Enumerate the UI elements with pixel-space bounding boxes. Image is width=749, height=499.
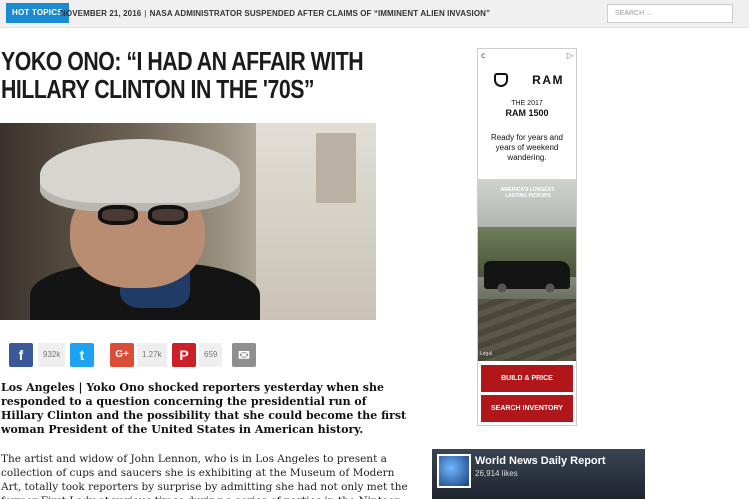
ad-model-year: THE 2017 <box>511 100 543 107</box>
ad-marker-icon: c <box>481 51 486 60</box>
ad-truck <box>484 261 570 293</box>
twitter-share-button[interactable]: t <box>70 343 94 367</box>
ad-slogan: AMERICA'S LONGEST-LASTING PICKUPS <box>500 187 556 199</box>
widget-page-title[interactable]: World News Daily Report <box>475 455 606 468</box>
ad-road <box>478 299 576 361</box>
ticker-headline-link[interactable]: NASA ADMINISTRATOR SUSPENDED AFTER CLAIM… <box>150 9 490 18</box>
ram-head-icon <box>494 73 508 87</box>
ad-model-name: RAM 1500 <box>505 108 549 118</box>
widget-like-count: 26,914 likes <box>475 469 518 478</box>
googleplus-share-count: 1.27k <box>137 343 167 367</box>
ticker-date: NOVEMBER 21, 2016 <box>60 9 142 18</box>
article-title: YOKO ONO: “I HAD AN AFFAIR WITH HILLARY … <box>1 46 364 104</box>
search-inventory-button[interactable]: SEARCH INVENTORY <box>481 395 573 422</box>
email-icon: ✉ <box>238 347 250 363</box>
hero-glasses-left <box>98 205 138 225</box>
ram-advertisement[interactable]: c ▷ RAM THE 2017 RAM 1500 Ready for years… <box>477 48 577 426</box>
top-bar: HOT TOPICS NOVEMBER 21, 2016 | NASA ADMINI… <box>0 0 749 28</box>
news-ticker[interactable]: NOVEMBER 21, 2016 | NASA ADMINISTRATOR SUS… <box>60 9 490 19</box>
lead-dateline: Los Angeles | <box>1 381 87 394</box>
hero-hat <box>40 139 240 211</box>
facebook-share-count: 932k <box>38 343 66 367</box>
hero-wall-frame <box>316 133 356 203</box>
pinterest-share-count: 659 <box>199 343 223 367</box>
pinterest-share-button[interactable]: P <box>172 343 196 367</box>
adchoices-icon[interactable]: ▷ <box>567 51 573 61</box>
article-hero-image <box>0 123 376 320</box>
build-and-price-button[interactable]: BUILD & PRICE <box>481 365 573 392</box>
facebook-icon: f <box>18 347 24 363</box>
ram-brand: RAM <box>532 73 564 87</box>
googleplus-share-button[interactable]: G+ <box>110 343 134 367</box>
ad-tagline: Ready for years and years of weekend wan… <box>490 133 564 162</box>
ticker-separator: | <box>144 9 147 18</box>
ad-truck-photo: AMERICA'S LONGEST-LASTING PICKUPS Legal <box>478 179 576 361</box>
facebook-page-widget[interactable]: World News Daily Report 26,914 likes <box>432 449 645 499</box>
ad-model: THE 2017 RAM 1500 <box>478 99 576 119</box>
twitter-icon: t <box>79 347 85 363</box>
ad-legal: Legal <box>480 351 493 357</box>
article-body: The artist and widow of John Lennon, who… <box>1 453 408 499</box>
pinterest-icon: P <box>179 347 189 363</box>
facebook-share-button[interactable]: f <box>9 343 33 367</box>
globe-icon <box>437 454 471 488</box>
email-share-button[interactable]: ✉ <box>232 343 256 367</box>
ram-logo: RAM <box>492 71 564 89</box>
hero-glasses-right <box>148 205 188 225</box>
article-lead: Los Angeles | Yoko Ono shocked reporters… <box>1 381 407 437</box>
search-input[interactable]: SEARCH ... <box>607 4 733 23</box>
googleplus-icon: G+ <box>115 349 129 360</box>
